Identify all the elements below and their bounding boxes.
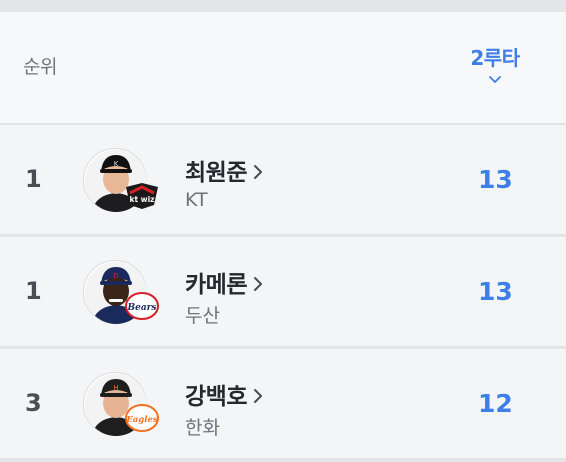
- stat-value: 13: [478, 165, 513, 194]
- team-name: KT: [185, 189, 208, 211]
- chevron-right-icon[interactable]: [253, 164, 263, 180]
- player-avatar[interactable]: K kt wiz: [83, 148, 158, 212]
- team-logo-icon: kt wiz: [126, 183, 158, 209]
- team-name: 두산: [185, 305, 220, 327]
- chevron-right-icon[interactable]: [253, 276, 263, 292]
- player-avatar[interactable]: D Bears: [83, 260, 159, 324]
- player-name[interactable]: 강백호: [185, 377, 263, 411]
- player-name[interactable]: 최원준: [185, 153, 263, 187]
- rank-column-header: 순위: [23, 56, 57, 78]
- svg-text:Eagles: Eagles: [125, 415, 158, 425]
- table-header: 순위 2루타: [0, 12, 566, 124]
- svg-text:D: D: [113, 272, 118, 280]
- team-name: 한화: [185, 417, 220, 439]
- rank-number: 1: [25, 165, 42, 193]
- table-row[interactable]: 1 K kt wiz 최원준 KT 13: [0, 125, 566, 235]
- chevron-down-icon[interactable]: [488, 75, 502, 85]
- player-name[interactable]: 카메론: [185, 265, 263, 299]
- svg-text:Bears: Bears: [127, 303, 157, 313]
- table-row[interactable]: 3 H Eagles 강백호 한화 12: [0, 349, 566, 459]
- sort-column-header[interactable]: 2루타: [462, 42, 528, 85]
- stat-value: 13: [478, 277, 513, 306]
- team-logo-icon: Bears: [125, 292, 159, 320]
- svg-text:kt wiz: kt wiz: [129, 195, 154, 204]
- stat-value: 12: [478, 389, 513, 418]
- player-avatar[interactable]: H Eagles: [83, 372, 159, 436]
- svg-text:H: H: [113, 384, 118, 392]
- chevron-right-icon[interactable]: [253, 388, 263, 404]
- svg-text:K: K: [114, 160, 119, 168]
- rank-number: 1: [25, 277, 42, 305]
- team-logo-icon: Eagles: [125, 404, 159, 432]
- table-row[interactable]: 1 D Bears 카메론 두산 13: [0, 237, 566, 347]
- sort-column-label[interactable]: 2루타: [462, 42, 528, 71]
- rank-number: 3: [25, 389, 42, 417]
- stat-leaderboard: 순위 2루타 1 K kt wiz 최원준 KT 13 1 D Bears 카메…: [0, 0, 566, 462]
